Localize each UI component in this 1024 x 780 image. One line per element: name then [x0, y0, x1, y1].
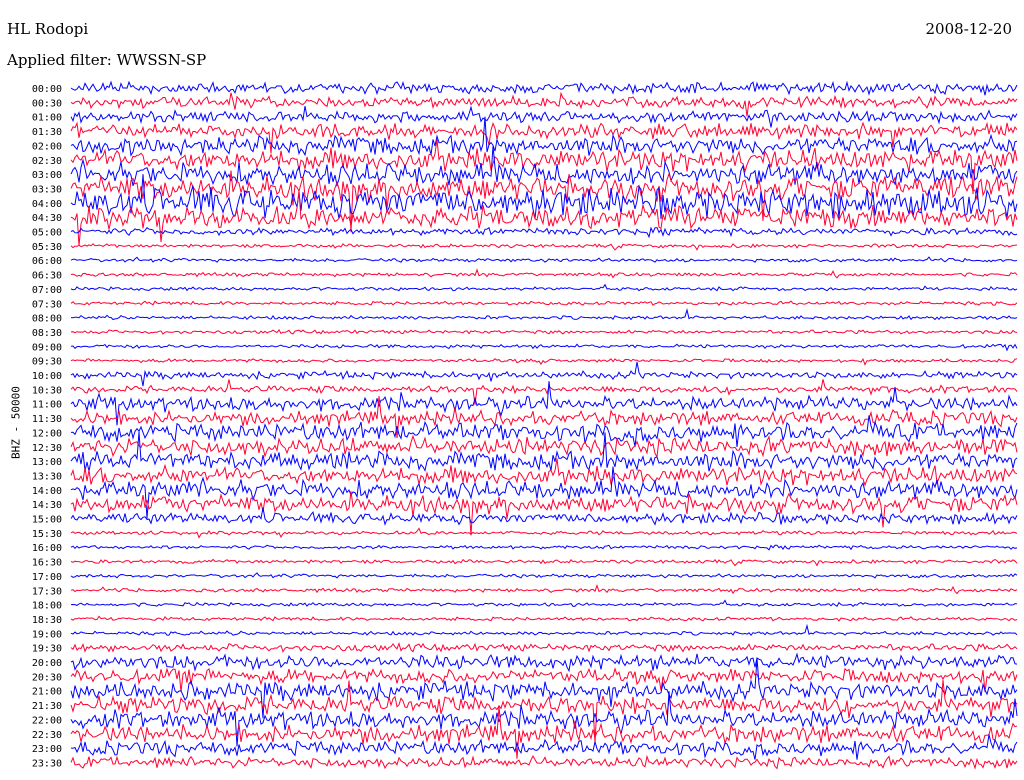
- tick-label: 13:00: [32, 457, 62, 468]
- tick-label: 11:30: [32, 414, 62, 425]
- tick-label: 16:30: [32, 558, 62, 569]
- tick-label: 09:00: [32, 342, 62, 353]
- tick-label: 18:30: [32, 615, 62, 626]
- tick-label: 21:30: [32, 701, 62, 712]
- tick-label: 07:00: [32, 285, 62, 296]
- tick-label: 02:00: [32, 141, 62, 152]
- tick-label: 21:00: [32, 687, 62, 698]
- tick-label: 19:30: [32, 644, 62, 655]
- tick-label: 04:30: [32, 213, 62, 224]
- trace-line: [70, 226, 1018, 239]
- tick-label: 12:30: [32, 443, 62, 454]
- tick-label: 15:00: [32, 515, 62, 526]
- trace-line: [70, 734, 1018, 760]
- tick-label: 10:00: [32, 371, 62, 382]
- tick-label: 09:30: [32, 357, 62, 368]
- trace-line: [70, 308, 1018, 321]
- tick-label: 03:30: [32, 184, 62, 195]
- tick-label: 05:00: [32, 228, 62, 239]
- trace-line: [70, 300, 1018, 307]
- trace-line: [70, 243, 1018, 251]
- trace-line: [70, 268, 1018, 279]
- trace-line: [70, 328, 1018, 335]
- tick-label: 01:00: [32, 113, 62, 124]
- tick-label: 02:30: [32, 156, 62, 167]
- trace-line: [70, 358, 1018, 366]
- trace-line: [70, 116, 1018, 157]
- trace-line: [70, 642, 1018, 653]
- trace-line: [70, 434, 1018, 459]
- tick-label: 17:30: [32, 586, 62, 597]
- tick-label: 01:30: [32, 127, 62, 138]
- trace-line: [70, 658, 1018, 719]
- tick-label: 19:00: [32, 629, 62, 640]
- tick-label: 06:00: [32, 256, 62, 267]
- trace-line: [70, 105, 1018, 128]
- tick-label: 18:00: [32, 601, 62, 612]
- tick-label: 16:00: [32, 543, 62, 554]
- trace-line: [70, 80, 1018, 96]
- tick-label: 04:00: [32, 199, 62, 210]
- tick-label: 06:30: [32, 271, 62, 282]
- trace-line: [70, 343, 1018, 352]
- tick-label: 13:30: [32, 471, 62, 482]
- tick-label: 22:00: [32, 715, 62, 726]
- tick-label: 10:30: [32, 385, 62, 396]
- tick-label: 20:30: [32, 672, 62, 683]
- tick-label: 05:30: [32, 242, 62, 253]
- trace-line: [70, 599, 1018, 608]
- trace-line: [70, 146, 1018, 188]
- trace-line: [70, 283, 1018, 292]
- tick-label: 08:00: [32, 314, 62, 325]
- tick-label: 14:00: [32, 486, 62, 497]
- trace-line: [70, 361, 1018, 387]
- trace-line: [70, 558, 1018, 567]
- tick-label: 17:00: [32, 572, 62, 583]
- trace-line: [70, 544, 1018, 551]
- trace-line: [70, 615, 1018, 622]
- tick-label: 03:00: [32, 170, 62, 181]
- trace-line: [70, 527, 1018, 539]
- trace-line: [70, 623, 1018, 636]
- trace-line: [70, 572, 1018, 579]
- tick-label: 22:30: [32, 730, 62, 741]
- tick-label: 08:30: [32, 328, 62, 339]
- tick-label: 11:00: [32, 400, 62, 411]
- tick-label: 12:00: [32, 428, 62, 439]
- tick-label: 15:30: [32, 529, 62, 540]
- trace-line: [70, 256, 1018, 263]
- tick-label: 14:30: [32, 500, 62, 511]
- tick-label: 23:00: [32, 744, 62, 755]
- trace-line: [70, 507, 1018, 526]
- trace-line: [70, 754, 1018, 770]
- tick-label: 20:00: [32, 658, 62, 669]
- trace-line: [70, 491, 1018, 536]
- seismogram-plot: 00:00 00:30 01:00 01:30 02:00 02:30 03:00 03:30…: [32, 80, 1018, 770]
- trace-line: [70, 691, 1018, 747]
- trace-line: [70, 652, 1018, 673]
- tick-label: 00:30: [32, 98, 62, 109]
- tick-label: 00:00: [32, 84, 62, 95]
- tick-label: 07:30: [32, 299, 62, 310]
- tick-label: 23:30: [32, 758, 62, 769]
- trace-line: [70, 583, 1018, 595]
